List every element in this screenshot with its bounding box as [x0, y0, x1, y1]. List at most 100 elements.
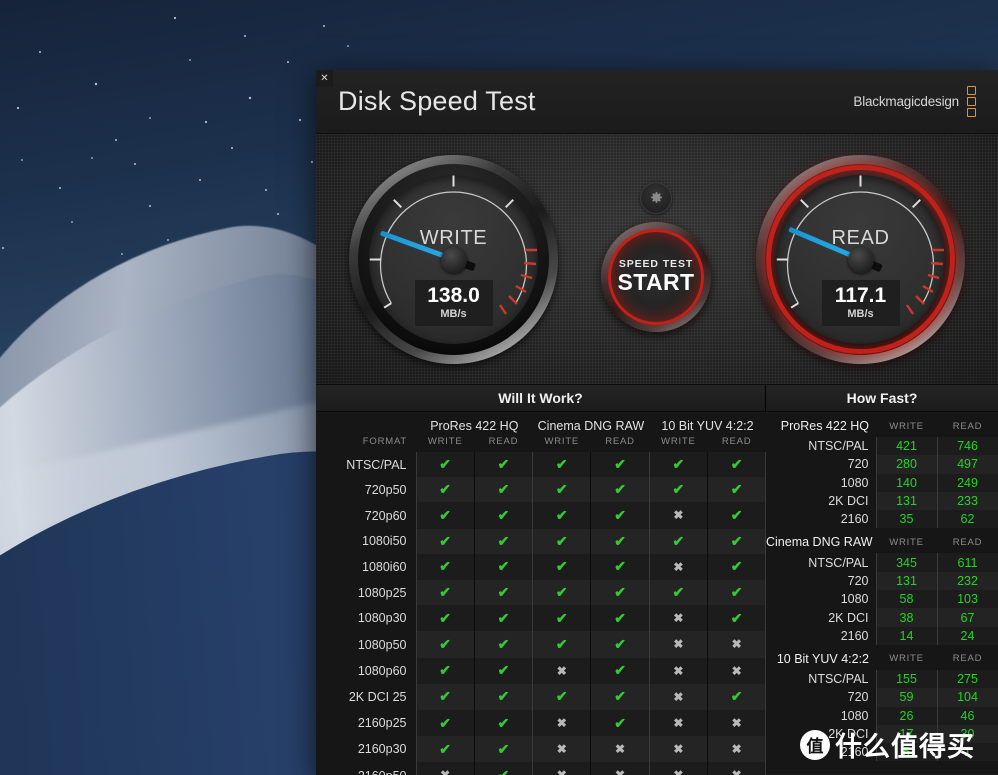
supported-icon: ✔ — [706, 477, 767, 503]
table-row: 1080 58 103 — [766, 590, 998, 609]
unsupported-icon: ✖ — [648, 762, 708, 775]
resolution-label: 2160 — [840, 628, 869, 643]
subheader-cinemadng-write: WRITE — [532, 433, 591, 452]
unsupported-icon: ✖ — [590, 762, 650, 775]
brand-logo: Blackmagicdesign — [853, 86, 976, 117]
format-label: NTSC/PAL — [316, 452, 416, 478]
speed-test-start-button[interactable]: SPEED TEST START — [601, 222, 711, 332]
read-speed-value: 1 — [936, 743, 998, 762]
resolution-label: 720 — [847, 457, 869, 472]
table-row: NTSC/PAL 345 611 — [766, 553, 998, 572]
how-fast-group-label: 10 Bit YUV 4:2:2 — [776, 651, 869, 666]
supported-icon: ✔ — [532, 477, 591, 503]
supported-icon: ✔ — [415, 528, 475, 554]
read-speed-value: 30 — [936, 724, 998, 744]
unsupported-icon: ✖ — [706, 736, 767, 763]
read-speed-value: 275 — [936, 669, 998, 689]
read-value: 117.1 — [834, 283, 887, 307]
write-speed-value: 35 — [875, 510, 937, 529]
unsupported-icon: ✖ — [706, 762, 767, 775]
supported-icon: ✔ — [473, 605, 533, 632]
read-readout: 117.1 MB/s — [821, 279, 900, 326]
supported-icon: ✔ — [415, 631, 475, 658]
unsupported-icon: ✖ — [532, 762, 591, 775]
how-fast-heading: How Fast? — [766, 385, 998, 412]
group-spacer — [316, 412, 416, 433]
read-speed-value: 103 — [936, 590, 998, 609]
format-label: 1080p60 — [316, 657, 416, 684]
unsupported-icon: ✖ — [648, 683, 708, 711]
supported-icon: ✔ — [473, 657, 533, 684]
unsupported-icon: ✖ — [706, 631, 767, 658]
supported-icon: ✔ — [590, 502, 650, 529]
table-row: 720 59 104 — [766, 688, 998, 707]
read-speed-value: 46 — [936, 706, 998, 725]
format-label: 2160p30 — [316, 736, 416, 763]
how-fast-body: ProRes 422 HQ WRITE READ NTSC/PAL 421 746 720 2… — [766, 412, 998, 762]
settings-button[interactable] — [640, 182, 672, 214]
supported-icon: ✔ — [532, 553, 591, 581]
page-title: Disk Speed Test — [338, 86, 536, 116]
supported-icon: ✔ — [415, 477, 475, 503]
format-label: 1080p50 — [316, 631, 416, 658]
supported-icon: ✔ — [473, 736, 533, 763]
how-fast-panel: How Fast? ProRes 422 HQ WRITE READ NTSC/PAL… — [766, 385, 998, 774]
table-row: 1080 140 249 — [766, 473, 998, 492]
supported-icon: ✔ — [415, 452, 475, 478]
supported-icon: ✔ — [415, 502, 475, 529]
unsupported-icon: ✖ — [648, 657, 708, 684]
table-row: 1080i50 ✔ ✔ ✔ ✔ ✔ ✔ — [316, 528, 767, 554]
write-speed-value: 155 — [875, 669, 937, 689]
resolution-label: NTSC/PAL — [808, 555, 869, 570]
unsupported-icon: ✖ — [532, 736, 591, 763]
write-speed-value: 58 — [875, 590, 937, 609]
will-it-work-body: NTSC/PAL ✔ ✔ ✔ ✔ ✔ ✔ 720p50 ✔ ✔ ✔ ✔ ✔ ✔ 720p60 ✔ ✔ ✔ ✔ ✖ ✔ 10… — [316, 452, 767, 775]
write-speed-value: 5 — [875, 743, 937, 762]
resolution-label: 2160 — [840, 512, 869, 527]
group-header-prores: ProRes 422 HQ — [416, 412, 533, 433]
close-window-button[interactable]: ✕ — [316, 70, 333, 87]
table-row: 2K DCI 25 ✔ ✔ ✔ ✔ ✖ ✔ — [316, 683, 767, 711]
supported-icon: ✔ — [532, 631, 591, 658]
table-row: 720p60 ✔ ✔ ✔ ✔ ✖ ✔ — [316, 502, 767, 529]
supported-icon: ✔ — [473, 580, 533, 606]
supported-icon: ✔ — [473, 452, 533, 478]
supported-icon: ✔ — [415, 736, 475, 763]
write-value: 138.0 — [427, 283, 480, 307]
how-fast-subheader-write: WRITE — [889, 536, 924, 548]
supported-icon: ✔ — [532, 452, 591, 478]
supported-icon: ✔ — [532, 502, 591, 529]
how-fast-subheader-write: WRITE — [889, 653, 924, 665]
supported-icon: ✔ — [415, 710, 475, 737]
unsupported-icon: ✖ — [590, 736, 650, 763]
brand-name: Blackmagicdesign — [853, 94, 959, 109]
resolution-label: 1080 — [840, 708, 869, 723]
how-fast-subheader-write: WRITE — [889, 420, 924, 432]
supported-icon: ✔ — [473, 683, 533, 711]
how-fast-group-header-row: 10 Bit YUV 4:2:2 WRITE READ — [766, 645, 998, 670]
how-fast-group-label: ProRes 422 HQ — [780, 419, 869, 433]
table-row: NTSC/PAL 155 275 — [766, 669, 998, 689]
supported-icon: ✔ — [590, 631, 650, 658]
will-it-work-subheader-row: FORMAT WRITE READ WRITE READ WRITE READ — [316, 433, 766, 452]
subheader-yuv-read: READ — [707, 433, 766, 452]
unsupported-icon: ✖ — [648, 631, 708, 658]
will-it-work-table: ProRes 422 HQ Cinema DNG RAW 10 Bit YUV … — [316, 412, 767, 775]
supported-icon: ✔ — [590, 477, 650, 503]
unsupported-icon: ✖ — [648, 736, 708, 763]
gear-icon — [650, 191, 662, 203]
unsupported-icon: ✖ — [648, 502, 708, 529]
read-speed-value: 62 — [936, 510, 998, 529]
unsupported-icon: ✖ — [415, 762, 475, 775]
supported-icon: ✔ — [706, 605, 767, 632]
table-row: 2K DCI 17 30 — [766, 724, 998, 744]
format-label: 720p50 — [316, 477, 416, 503]
supported-icon: ✔ — [415, 553, 475, 581]
unsupported-icon: ✖ — [648, 605, 708, 632]
supported-icon: ✔ — [648, 528, 708, 554]
format-label: 2160p25 — [316, 710, 416, 737]
supported-icon: ✔ — [473, 502, 533, 529]
start-button-label: START — [617, 269, 695, 295]
format-column-header: FORMAT — [316, 433, 416, 452]
results-area: Will It Work? ProRes 422 HQ Cinema DNG R… — [316, 385, 998, 775]
